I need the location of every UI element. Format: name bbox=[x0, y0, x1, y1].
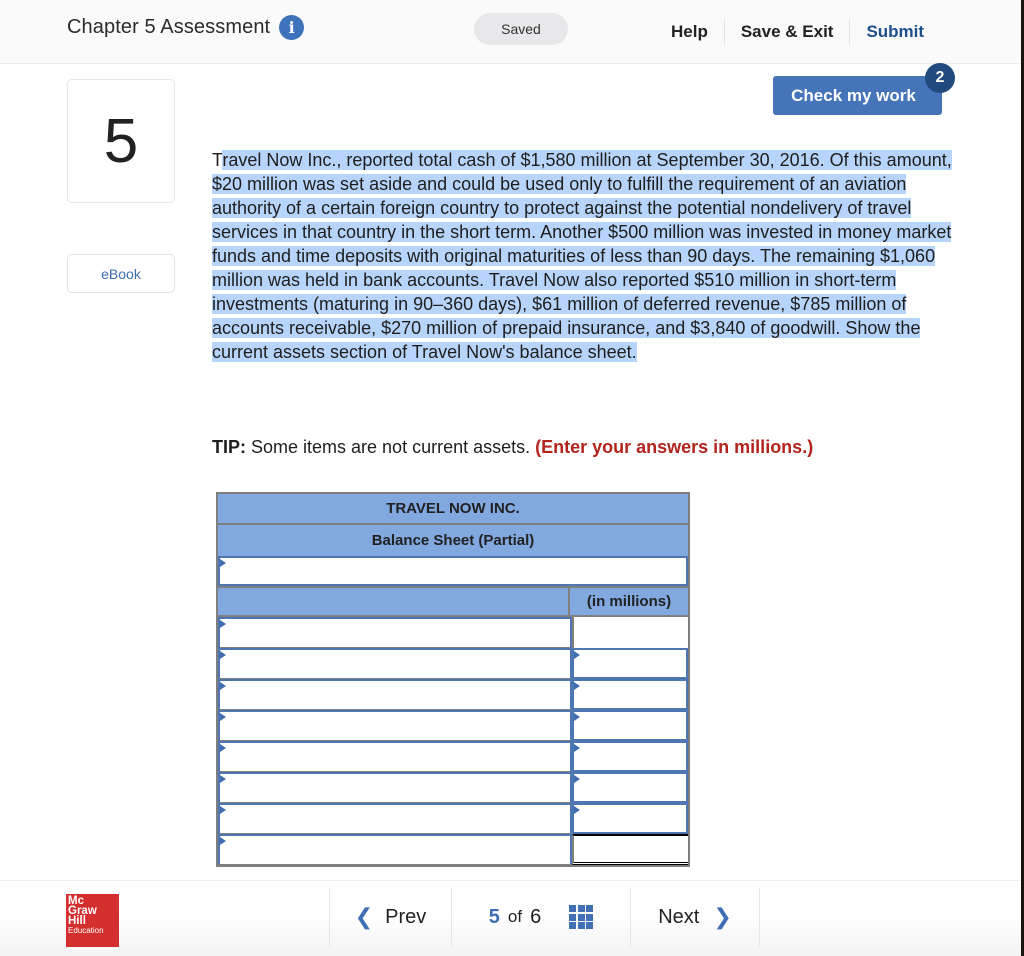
statement-title-header: Balance Sheet (Partial) bbox=[218, 525, 688, 556]
row-label-input[interactable] bbox=[218, 617, 572, 648]
page-indicator: 5 of 6 bbox=[452, 888, 630, 946]
row-label-input[interactable] bbox=[218, 772, 572, 803]
row-value-input[interactable] bbox=[572, 741, 688, 772]
company-name-header: TRAVEL NOW INC. bbox=[218, 494, 688, 525]
row-value-input[interactable] bbox=[572, 772, 688, 803]
table-row bbox=[218, 679, 688, 710]
question-grid-icon[interactable] bbox=[569, 905, 594, 929]
table-row bbox=[218, 648, 688, 679]
check-my-work-button[interactable]: Check my work bbox=[773, 76, 942, 115]
question-text: Travel Now Inc., reported total cash of … bbox=[212, 148, 952, 364]
page-of-label: of bbox=[507, 907, 523, 926]
row-value-input[interactable] bbox=[572, 803, 688, 834]
saved-status-badge: Saved bbox=[474, 13, 568, 45]
question-number: 5 bbox=[67, 79, 175, 203]
tip-instruction: (Enter your answers in millions.) bbox=[535, 437, 814, 457]
current-page: 5 bbox=[488, 905, 500, 928]
question-pager: ❮ Prev 5 of 6 Next ❯ bbox=[329, 888, 760, 946]
next-label: Next bbox=[658, 905, 700, 928]
info-icon[interactable]: i bbox=[279, 15, 305, 40]
save-exit-link[interactable]: Save & Exit bbox=[725, 18, 850, 46]
logo-line: Hill bbox=[68, 915, 86, 927]
row-value-input[interactable] bbox=[572, 648, 688, 679]
table-row bbox=[218, 803, 688, 834]
assessment-title: Chapter 5 Assessment bbox=[67, 16, 271, 38]
question-text-selected: ravel Now Inc., reported total cash of $… bbox=[212, 150, 952, 362]
tip-text: TIP: Some items are not current assets. … bbox=[212, 435, 813, 459]
check-attempts-badge: 2 bbox=[925, 63, 955, 93]
footer-divider bbox=[759, 888, 760, 946]
row-label-input[interactable] bbox=[218, 679, 572, 710]
assessment-title-group: Chapter 5 Assessment i bbox=[67, 15, 305, 40]
row-label-input[interactable] bbox=[218, 803, 572, 834]
label-column-header bbox=[218, 588, 570, 615]
help-link[interactable]: Help bbox=[655, 18, 724, 46]
next-button[interactable]: Next ❯ bbox=[631, 888, 759, 946]
prev-label: Prev bbox=[385, 905, 427, 928]
row-value-input[interactable] bbox=[572, 710, 688, 741]
section-heading-input[interactable] bbox=[218, 556, 688, 586]
prev-button[interactable]: ❮ Prev bbox=[330, 888, 451, 946]
question-text-start: T bbox=[212, 150, 223, 170]
tip-label: TIP: bbox=[212, 437, 246, 457]
table-row bbox=[218, 617, 688, 648]
header-nav: Help Save & Exit Submit bbox=[655, 18, 940, 46]
row-label-input[interactable] bbox=[218, 710, 572, 741]
balance-sheet-table: TRAVEL NOW INC. Balance Sheet (Partial) … bbox=[216, 492, 690, 867]
total-label-input[interactable] bbox=[218, 834, 572, 865]
value-column-header: (in millions) bbox=[586, 593, 672, 610]
column-header-row: (in millions) bbox=[218, 586, 688, 617]
header-bar: Chapter 5 Assessment i Saved Help Save &… bbox=[0, 0, 1021, 64]
submit-link[interactable]: Submit bbox=[850, 18, 940, 46]
table-row bbox=[218, 710, 688, 741]
table-row bbox=[218, 741, 688, 772]
logo-line: Education bbox=[68, 926, 104, 935]
row-label-input[interactable] bbox=[218, 741, 572, 772]
row-value-static bbox=[572, 617, 688, 648]
chevron-right-icon: ❯ bbox=[713, 904, 732, 929]
mcgraw-hill-logo: Mc Graw Hill Education bbox=[66, 894, 119, 947]
chevron-left-icon: ❮ bbox=[354, 904, 374, 929]
ebook-button[interactable]: eBook bbox=[67, 254, 175, 293]
total-value-cell bbox=[572, 834, 688, 865]
total-row bbox=[218, 834, 688, 865]
tip-body: Some items are not current assets. bbox=[246, 437, 536, 457]
row-label-input[interactable] bbox=[218, 648, 572, 679]
row-value-input[interactable] bbox=[572, 679, 688, 710]
total-pages: 6 bbox=[530, 905, 542, 928]
table-row bbox=[218, 772, 688, 803]
